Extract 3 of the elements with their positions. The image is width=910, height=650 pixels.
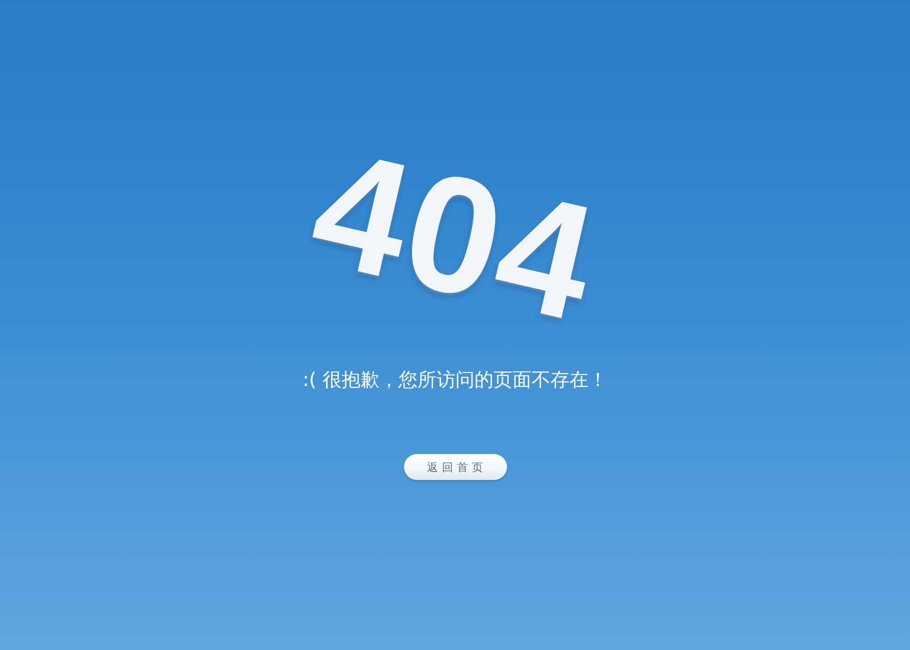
- back-home-button[interactable]: 返回首页: [404, 454, 506, 480]
- error-code: 404: [299, 122, 611, 348]
- error-message: :( 很抱歉，您所访问的页面不存在！: [302, 368, 608, 392]
